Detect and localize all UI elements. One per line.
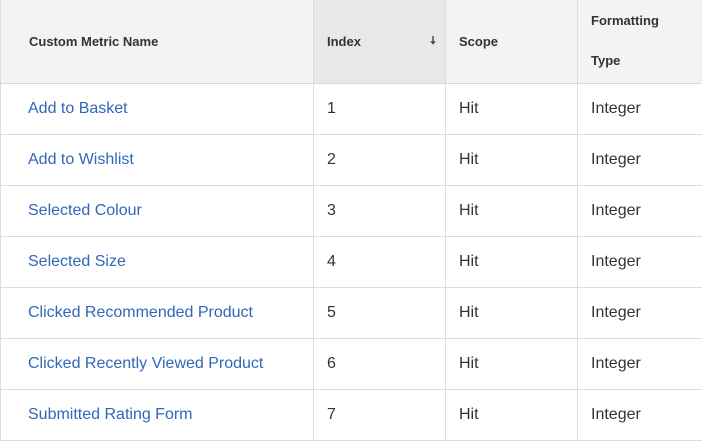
cell-metric-name: Add to Wishlist bbox=[1, 134, 314, 185]
cell-index: 2 bbox=[314, 134, 446, 185]
cell-index: 6 bbox=[314, 338, 446, 389]
metric-name-link[interactable]: Add to Wishlist bbox=[28, 151, 134, 168]
column-header-formatting-line1: Formatting bbox=[591, 1, 702, 41]
table-row: Clicked Recently Viewed Product 6HitInteg… bbox=[1, 338, 702, 389]
metric-name-link[interactable]: Submitted Rating Form bbox=[28, 406, 193, 423]
table-row: Add to Wishlist 2HitInteger bbox=[1, 134, 702, 185]
metric-name-link[interactable]: Selected Colour bbox=[28, 202, 142, 219]
cell-scope: Hit bbox=[446, 389, 578, 440]
arrow-down-icon bbox=[429, 36, 437, 46]
table-row: Selected Size 4HitInteger bbox=[1, 236, 702, 287]
cell-formatting-type: Integer bbox=[578, 236, 702, 287]
cell-index: 5 bbox=[314, 287, 446, 338]
table-row: Add to Basket 1HitInteger bbox=[1, 83, 702, 134]
cell-metric-name: Selected Colour bbox=[1, 185, 314, 236]
cell-index: 3 bbox=[314, 185, 446, 236]
metric-name-link[interactable]: Selected Size bbox=[28, 253, 126, 270]
cell-formatting-type: Integer bbox=[578, 134, 702, 185]
column-header-index-label: Index bbox=[327, 34, 361, 49]
cell-scope: Hit bbox=[446, 185, 578, 236]
column-header-name[interactable]: Custom Metric Name bbox=[1, 0, 314, 83]
cell-index: 1 bbox=[314, 83, 446, 134]
cell-metric-name: Clicked Recommended Product bbox=[1, 287, 314, 338]
column-header-index[interactable]: Index bbox=[314, 0, 446, 83]
cell-scope: Hit bbox=[446, 338, 578, 389]
table-row: Submitted Rating Form 7HitInteger bbox=[1, 389, 702, 440]
column-header-scope[interactable]: Scope bbox=[446, 0, 578, 83]
cell-metric-name: Add to Basket bbox=[1, 83, 314, 134]
cell-metric-name: Clicked Recently Viewed Product bbox=[1, 338, 314, 389]
header-row: Custom Metric Name Index Scope Formattin… bbox=[1, 0, 702, 83]
table-row: Clicked Recommended Product 5HitInteger bbox=[1, 287, 702, 338]
cell-formatting-type: Integer bbox=[578, 83, 702, 134]
column-header-scope-label: Scope bbox=[459, 34, 498, 49]
column-header-formatting-type[interactable]: Formatting Type bbox=[578, 0, 702, 83]
table-body: Add to Basket1HitIntegerAdd to Wishlist2… bbox=[1, 83, 702, 440]
cell-scope: Hit bbox=[446, 134, 578, 185]
cell-formatting-type: Integer bbox=[578, 287, 702, 338]
metric-name-link[interactable]: Clicked Recently Viewed Product bbox=[28, 355, 263, 372]
cell-scope: Hit bbox=[446, 287, 578, 338]
cell-formatting-type: Integer bbox=[578, 338, 702, 389]
column-header-name-label: Custom Metric Name bbox=[29, 34, 158, 49]
cell-index: 4 bbox=[314, 236, 446, 287]
cell-index: 7 bbox=[314, 389, 446, 440]
custom-metrics-table: Custom Metric Name Index Scope Formattin… bbox=[0, 0, 702, 441]
metric-name-link[interactable]: Add to Basket bbox=[28, 100, 128, 117]
cell-metric-name: Selected Size bbox=[1, 236, 314, 287]
table-row: Selected Colour 3HitInteger bbox=[1, 185, 702, 236]
metric-name-link[interactable]: Clicked Recommended Product bbox=[28, 304, 253, 321]
cell-scope: Hit bbox=[446, 83, 578, 134]
cell-metric-name: Submitted Rating Form bbox=[1, 389, 314, 440]
cell-scope: Hit bbox=[446, 236, 578, 287]
cell-formatting-type: Integer bbox=[578, 389, 702, 440]
cell-formatting-type: Integer bbox=[578, 185, 702, 236]
column-header-formatting-line2: Type bbox=[591, 41, 702, 81]
